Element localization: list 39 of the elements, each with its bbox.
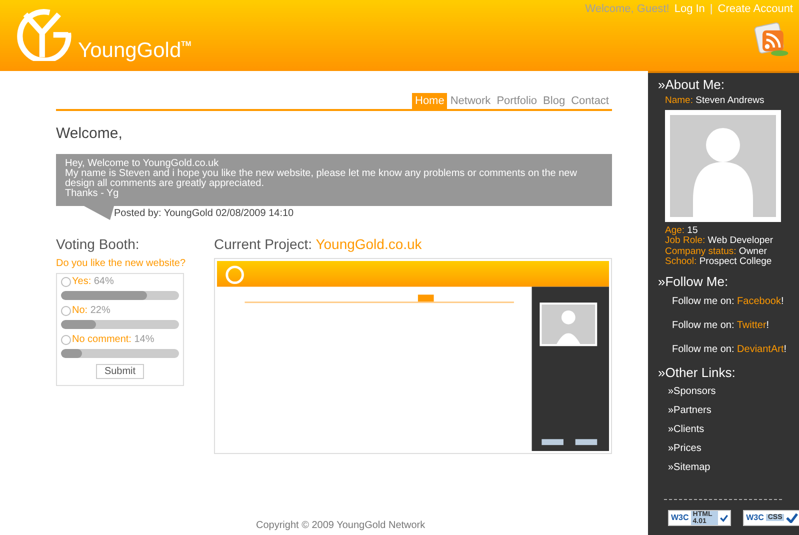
profile-name: Name: Steven Andrews	[665, 96, 764, 106]
posted-by: Posted by: YoungGold 02/08/2009 14:10	[114, 208, 294, 219]
follow-text: Follow me on: DeviantArt!	[672, 344, 786, 354]
section-heading: »Follow Me:	[658, 274, 728, 288]
project-heading: Current Project:	[214, 236, 312, 252]
profile-detail: Company status: Owner	[665, 246, 768, 257]
option-label: Yes: 64%	[72, 276, 114, 287]
logo-text: YoungGold	[78, 39, 182, 63]
sidebar-link[interactable]: »Partners	[668, 404, 712, 416]
profile-detail: Job Role: Web Developer	[665, 236, 774, 246]
profile-detail: Age: 15	[665, 226, 699, 236]
section-heading: »Other Links:	[658, 364, 736, 380]
follow-link[interactable]: Twitter	[736, 320, 766, 330]
sidebar-link[interactable]: »Sponsors	[668, 386, 716, 396]
submit-button[interactable]: Submit	[96, 364, 144, 379]
message-text: Hey, Welcome to YoungGold.co.uk	[65, 159, 220, 169]
nav-tab[interactable]: Network	[447, 93, 494, 109]
welcome-heading: Welcome,	[56, 125, 124, 142]
separator: |	[710, 3, 713, 15]
message-text: My name is Steven and i hope you like the new website, please let me know any problems or comments on the new design all comments are greatly appreciated.	[65, 169, 578, 189]
follow-link[interactable]: DeviantArt	[737, 344, 784, 354]
option-label: No: 22%	[72, 305, 110, 316]
option-label: No comment: 14%	[72, 334, 154, 345]
profile-detail: School: Prospect College	[665, 257, 773, 268]
sidebar-link[interactable]: »Clients	[668, 424, 704, 434]
voting-heading: Voting Booth:	[56, 236, 140, 252]
copyright-text: Copyright © 2009 YoungGold Network	[256, 520, 426, 531]
poll-question: Do you like the new website?	[56, 258, 186, 269]
greeting: Welcome, Guest!	[585, 3, 670, 15]
sidebar-link[interactable]: »Prices	[668, 442, 702, 454]
follow-link[interactable]: Facebook	[737, 296, 781, 306]
nav-tab[interactable]: Contact	[568, 93, 612, 109]
message-text: Thanks - Yg	[65, 189, 120, 199]
section-heading: »About Me:	[658, 77, 724, 92]
follow-text: Follow me on: Twitter!	[672, 320, 770, 330]
nav-tab[interactable]: Portfolio	[494, 93, 540, 109]
sidebar-link[interactable]: »Sitemap	[668, 462, 710, 472]
follow-text: Follow me on: Facebook!	[672, 296, 784, 306]
nav-tab[interactable]: Blog	[540, 93, 568, 109]
